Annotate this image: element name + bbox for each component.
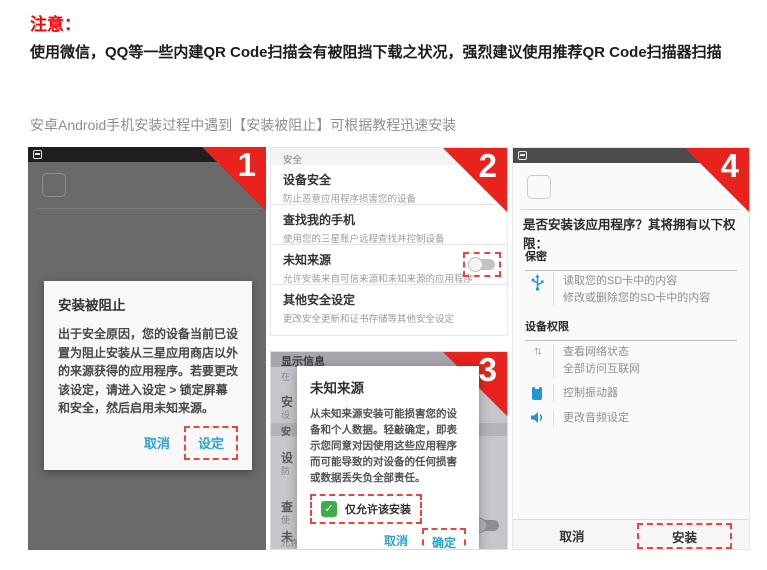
- permission-label: 全部访问互联网: [563, 361, 640, 378]
- cancel-button[interactable]: 取消: [513, 520, 631, 550]
- install-button[interactable]: 安装: [631, 520, 749, 550]
- permission-row-network: ↑↓ 查看网络状态 全部访问互联网: [525, 344, 741, 377]
- step-number-badge: 1: [238, 148, 256, 181]
- screenshot-step2: 安全 设备安全 防止恶意应用程序损害您的设备 查找我的手机 使用您的三星账户远程…: [270, 147, 508, 336]
- ok-button[interactable]: 确定: [432, 536, 456, 550]
- list-item-unknown-sources[interactable]: 未知来源 允许安装来自可信来源和未知来源的应用程序: [271, 245, 507, 285]
- network-arrows-icon: ↑↓: [525, 344, 549, 377]
- screenshot-step4: 1 4G 7 是否安装该应用程序？其将拥有以下权限： 保密 读取您的SD卡中的内…: [512, 147, 750, 550]
- vibration-icon: [525, 385, 549, 402]
- permission-label: 控制振动器: [563, 385, 618, 402]
- permission-row-sdcard: 读取您的SD卡中的内容 修改或删除您的SD卡中的内容: [525, 273, 741, 306]
- speaker-icon: [525, 410, 549, 427]
- install-question: 是否安装该应用程序？其将拥有以下权限：: [523, 214, 743, 252]
- install-blocked-dialog: 安装被阻止 出于安全原因，您的设备当前已设置为阻止安装从三星应用商店以外的来源获…: [44, 281, 252, 470]
- app-icon-placeholder: [527, 175, 551, 199]
- settings-button-highlight[interactable]: 设定: [184, 426, 238, 460]
- unknown-sources-toggle-highlight[interactable]: [463, 252, 501, 277]
- cancel-button[interactable]: 取消: [134, 427, 180, 458]
- permission-label: 读取您的SD卡中的内容: [563, 273, 710, 290]
- dimmed-text: 防: [281, 464, 290, 477]
- notice-title: 注意：: [30, 10, 81, 35]
- dialog-title: 未知来源: [310, 377, 466, 397]
- security-section-header: 安全: [283, 152, 302, 166]
- permission-row-vibrate: 控制振动器: [525, 385, 741, 402]
- app-icon-placeholder: [42, 173, 66, 197]
- install-button-highlight[interactable]: 安装: [637, 523, 732, 549]
- dialog-body: 出于安全原因，您的设备当前已设置为阻止安装从三星应用商店以外的来源获得的应用程序…: [58, 325, 238, 418]
- unknown-sources-toggle[interactable]: [469, 258, 495, 271]
- unknown-sources-dialog: 未知来源 从未知来源安装可能损害您的设备和个人数据。轻敲确定，即表示您同意对因使…: [297, 366, 479, 550]
- step-number-badge: 2: [479, 149, 497, 182]
- list-item-other-security[interactable]: 其他安全设定 更改安全更新和证书存储等其他安全设定: [271, 285, 507, 325]
- allow-once-checkbox-highlight[interactable]: ✓ 仅允许该安装: [310, 494, 422, 524]
- cancel-button[interactable]: 取消: [376, 526, 416, 550]
- ok-button-highlight[interactable]: 确定: [422, 528, 466, 551]
- step-number-badge: 4: [721, 149, 739, 182]
- permission-label: 更改音频设定: [563, 410, 629, 427]
- step-corner-ribbon: [685, 148, 749, 212]
- notification-icon: [518, 151, 527, 160]
- notice-subtitle: 安卓Android手机安装过程中遇到【安装被阻止】可根据教程迅速安装: [30, 115, 456, 135]
- step-corner-ribbon: [202, 147, 266, 211]
- step-corner-ribbon: [443, 148, 507, 212]
- notification-icon: [33, 150, 42, 159]
- dialog-title: 安装被阻止: [58, 294, 238, 314]
- checkbox-checked-icon[interactable]: ✓: [321, 501, 337, 517]
- dimmed-text: 设: [281, 408, 290, 421]
- tutorial-page: 注意： 使用微信，QQ等一些内建QR Code扫描会有被阻挡下载之状况，强烈建议…: [0, 0, 767, 570]
- privacy-section-heading: 保密: [525, 248, 737, 271]
- permission-label: 修改或删除您的SD卡中的内容: [563, 290, 710, 307]
- checkbox-label: 仅允许该安装: [345, 501, 411, 517]
- screenshot-step3: 显示信息 在 安 设 安 设 防 查 使 未 允许安装来自可信来源和未知来源的应…: [270, 351, 508, 550]
- device-access-section-heading: 设备权限: [525, 318, 737, 341]
- notice-body: 使用微信，QQ等一些内建QR Code扫描会有被阻挡下载之状况，强烈建议使用推荐…: [30, 40, 744, 66]
- permission-label: 查看网络状态: [563, 344, 640, 361]
- dimmed-text: 在: [281, 370, 290, 383]
- settings-button[interactable]: 设定: [198, 436, 224, 451]
- permission-row-audio: 更改音频设定: [525, 410, 741, 427]
- dialog-button-bar: 取消 安装: [513, 519, 749, 550]
- step-number-badge: 3: [479, 353, 497, 386]
- screenshot-step1: 1 4G 7 安装被阻止 出于安全原因，您的设备当前已设置为阻止安装从三星应用商…: [28, 147, 266, 550]
- dimmed-text: 使: [281, 513, 290, 526]
- dialog-body: 从未知来源安装可能损害您的设备和个人数据。轻敲确定，即表示您同意对因使用这些应用…: [310, 406, 466, 486]
- usb-icon: [525, 273, 549, 306]
